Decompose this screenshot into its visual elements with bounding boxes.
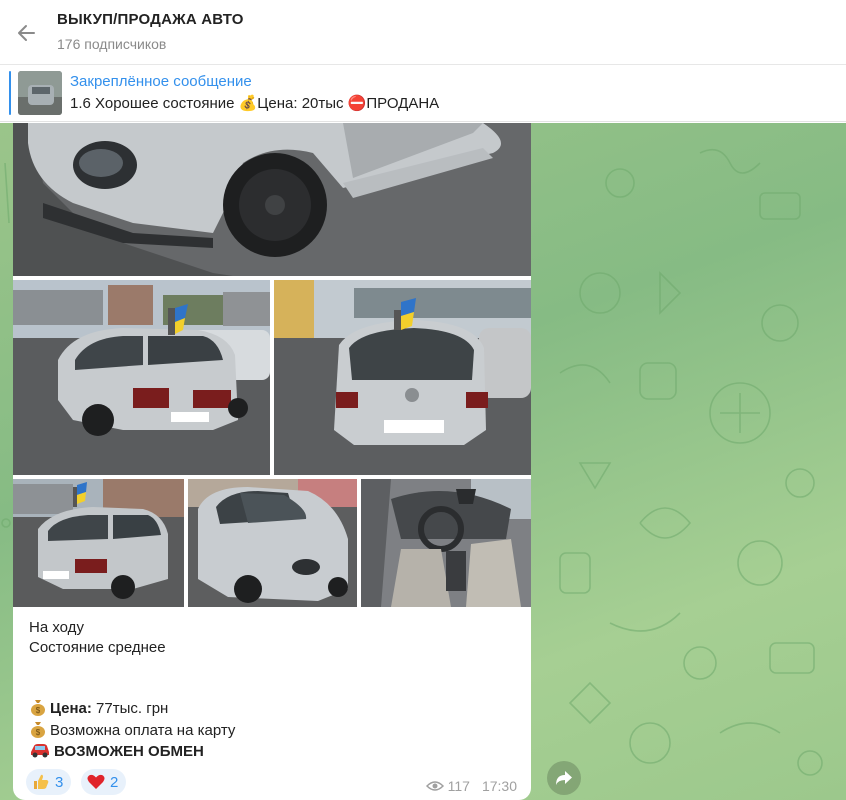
money-bag-icon: $	[31, 722, 45, 738]
price-value: 77тыс. грн	[91, 700, 169, 717]
money-bag-icon: $	[31, 700, 45, 716]
reaction-count-heart: 2	[110, 773, 119, 791]
thumbs-up-icon	[34, 774, 49, 789]
card-payment-line: $ Возможна оплата на карту	[29, 720, 235, 741]
message-meta: 117 17:30	[425, 778, 517, 794]
chat-header: ВЫКУП/ПРОДАЖА АВТО 176 подписчиков	[0, 0, 846, 65]
chat-area: На ходу Состояние среднее $ Цена: 77тыс.…	[0, 123, 846, 800]
card-payment-text: Возможна оплата на карту	[50, 722, 236, 739]
pinned-message[interactable]: Закреплённое сообщение 1.6 Хорошее состо…	[0, 65, 846, 122]
car-icon	[31, 744, 49, 758]
price-line: $ Цена: 77тыс. грн	[29, 698, 168, 719]
exchange-text: ВОЗМОЖЕН ОБМЕН	[54, 743, 204, 760]
svg-text:$: $	[36, 728, 41, 737]
pinned-title: Закреплённое сообщение	[70, 73, 252, 90]
photo-car-interior[interactable]	[361, 479, 531, 607]
heart-icon	[87, 774, 105, 789]
subscriber-count: 176 подписчиков	[57, 36, 167, 52]
pinned-indicator	[9, 71, 11, 115]
photo-car-rear-left[interactable]	[13, 280, 270, 475]
photo-car-rear[interactable]	[274, 280, 531, 475]
forward-icon	[556, 771, 572, 785]
photo-car-front-quarter[interactable]	[188, 479, 357, 607]
eye-icon	[425, 781, 444, 791]
caption-line-1: На ходу	[29, 619, 84, 636]
back-arrow-icon	[18, 25, 35, 41]
exchange-line: ВОЗМОЖЕН ОБМЕН	[29, 741, 204, 762]
reaction-heart[interactable]: 2	[81, 769, 127, 795]
reaction-thumbs-up[interactable]: 3	[26, 769, 72, 795]
channel-title[interactable]: ВЫКУП/ПРОДАЖА АВТО	[57, 11, 244, 28]
photo-car-front-left[interactable]	[13, 123, 531, 276]
reaction-count-thumbs-up: 3	[55, 773, 64, 791]
back-button[interactable]	[12, 18, 42, 48]
pinned-thumbnail	[18, 71, 62, 115]
price-label: Цена:	[50, 700, 92, 717]
forward-button[interactable]	[547, 761, 581, 795]
message-bubble[interactable]: На ходу Состояние среднее $ Цена: 77тыс.…	[13, 123, 531, 800]
pinned-text: 1.6 Хорошее состояние 💰Цена: 20тыс ⛔ПРОД…	[70, 95, 440, 112]
view-count: 117	[447, 778, 470, 794]
photo-car-rear-quarter[interactable]	[13, 479, 184, 607]
svg-text:$: $	[36, 706, 41, 715]
message-time: 17:30	[481, 778, 517, 794]
caption-line-2: Состояние среднее	[29, 639, 166, 656]
